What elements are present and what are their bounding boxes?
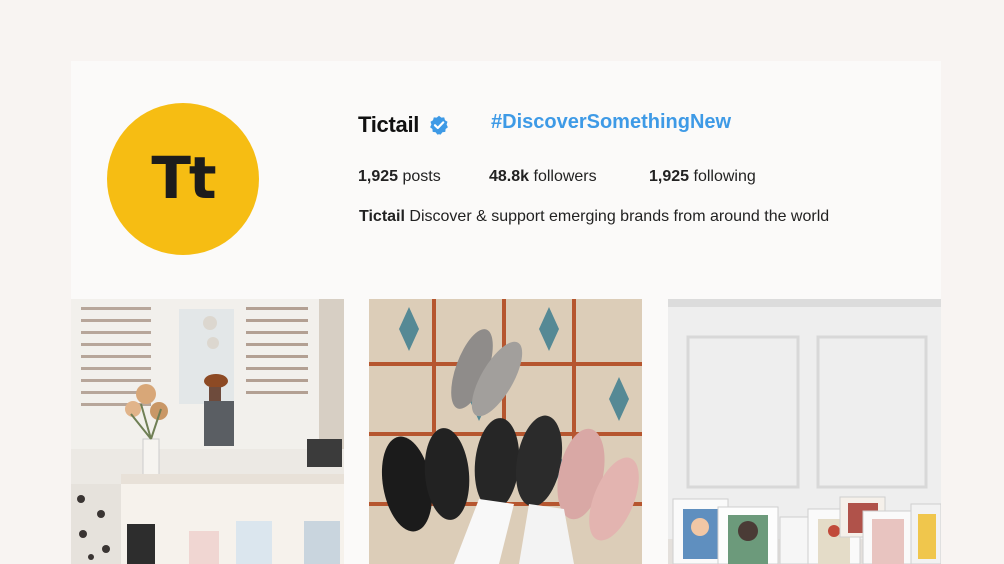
shoes-on-tiles-photo	[369, 299, 642, 564]
stat-posts[interactable]: 1,925 posts	[358, 168, 489, 186]
shop-interior-photo	[71, 299, 344, 564]
stat-followers-value: 48.8k	[489, 168, 530, 185]
stat-following[interactable]: 1,925 following	[649, 168, 756, 186]
stat-followers-label: followers	[533, 168, 597, 185]
verified-badge-icon	[430, 115, 448, 135]
profile-bio: Tictail Discover & support emerging bran…	[359, 208, 829, 226]
profile-card: Tt Tictail #DiscoverSomethingNew 1,925 p…	[71, 61, 941, 564]
profile-avatar[interactable]: Tt	[107, 103, 259, 255]
stat-following-value: 1,925	[649, 168, 690, 185]
bio-name: Tictail	[359, 208, 405, 225]
post-tile-shop-interior[interactable]	[71, 299, 344, 564]
stat-followers[interactable]: 48.8k followers	[489, 168, 649, 186]
profile-name-row: Tictail	[358, 110, 449, 140]
profile-hashtag-link[interactable]: #DiscoverSomethingNew	[491, 111, 731, 134]
stat-following-label: following	[693, 168, 756, 185]
profile-username[interactable]: Tictail	[358, 112, 419, 138]
post-tile-shoes[interactable]	[369, 299, 642, 564]
post-tile-framed-art[interactable]	[668, 299, 941, 564]
framed-art-photo	[668, 299, 941, 564]
stat-posts-label: posts	[402, 168, 441, 185]
profile-stats: 1,925 posts 48.8k followers 1,925 follow…	[358, 168, 756, 186]
avatar-logo-text: Tt	[151, 144, 216, 212]
bio-text: Discover & support emerging brands from …	[409, 208, 830, 225]
stat-posts-value: 1,925	[358, 168, 399, 185]
